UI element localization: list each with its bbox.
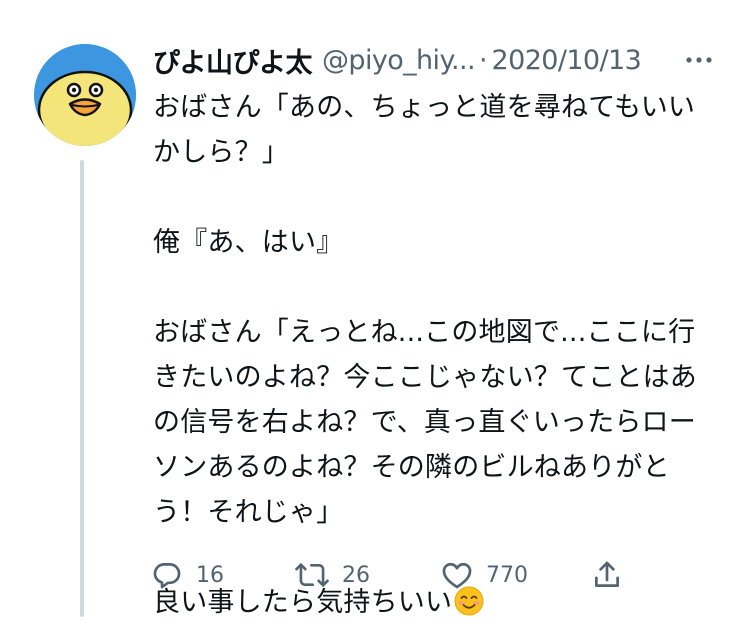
chick-avatar-icon <box>34 44 136 146</box>
tweet-text: おばさん「あの、ちょっと道を尋ねてもいい かしら？」 俺『あ、はい』 おばさん「… <box>153 85 728 625</box>
tweet-date[interactable]: 2020/10/13 <box>492 45 642 76</box>
like-button[interactable]: 770 <box>440 556 528 594</box>
retweet-icon <box>295 563 329 587</box>
retweet-button[interactable]: 26 <box>294 556 370 594</box>
thread-line <box>80 160 84 617</box>
action-bar: 16 26 770 <box>150 556 630 594</box>
reply-count: 16 <box>196 562 224 588</box>
handle[interactable]: @piyo_hiy... <box>322 45 476 76</box>
share-icon <box>595 561 619 587</box>
like-count: 770 <box>486 562 528 588</box>
avatar[interactable] <box>34 44 136 146</box>
separator: · <box>478 44 488 76</box>
like-icon <box>442 562 472 589</box>
reply-button[interactable]: 16 <box>150 556 224 594</box>
share-button[interactable] <box>590 556 624 594</box>
tweet-header: ぴよ山ぴよ太 @piyo_hiy... · 2020/10/13 <box>153 40 713 80</box>
more-button[interactable] <box>684 52 714 66</box>
display-name[interactable]: ぴよ山ぴよ太 <box>153 41 313 80</box>
reply-icon <box>153 563 181 589</box>
retweet-count: 26 <box>342 562 370 588</box>
tweet-body-text: おばさん「あの、ちょっと道を尋ねてもいい かしら？」 俺『あ、はい』 おばさん「… <box>153 92 697 618</box>
more-horizontal-icon <box>686 57 712 63</box>
